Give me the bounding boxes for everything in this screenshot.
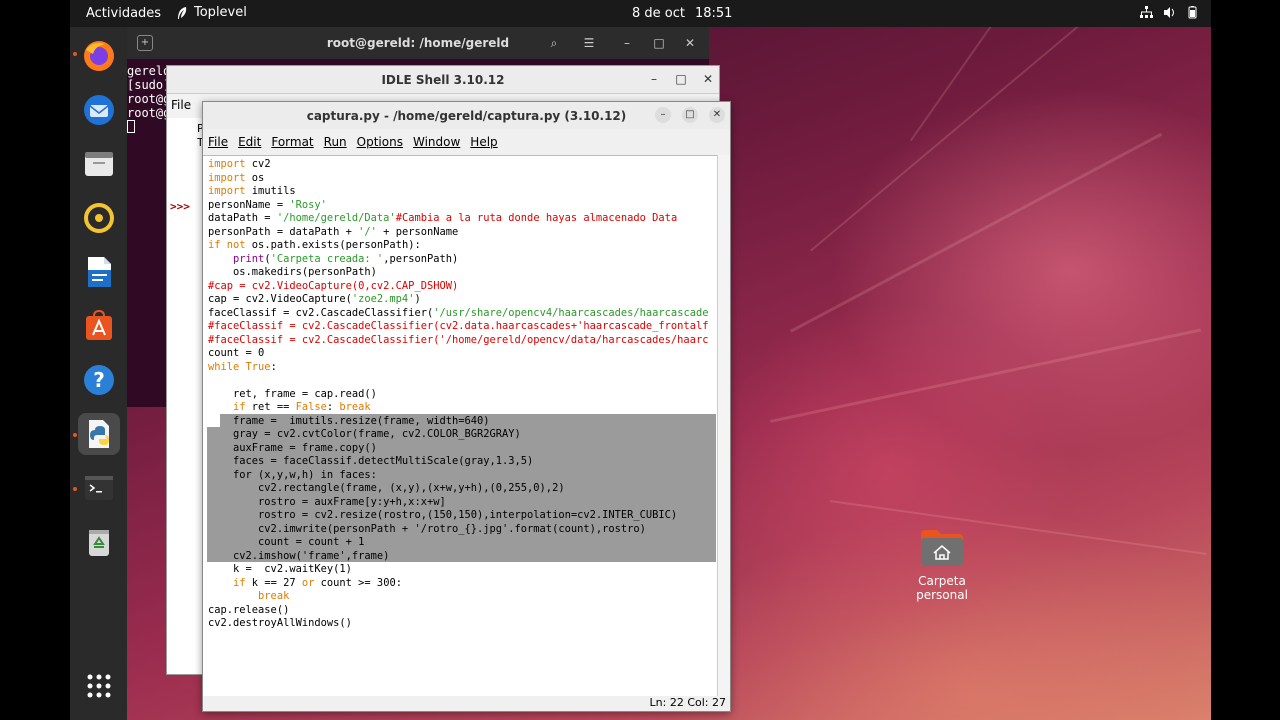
idle-python-icon[interactable] [78, 413, 120, 455]
clock-date: 8 de oct [632, 6, 685, 21]
minimize-button[interactable]: – [646, 71, 662, 87]
home-folder-icon [919, 528, 965, 568]
menu-help[interactable]: Help [470, 135, 497, 155]
firefox-icon[interactable] [78, 35, 120, 77]
rhythmbox-icon[interactable] [78, 197, 120, 239]
editor-window[interactable]: captura.py - /home/gereld/captura.py (3.… [202, 101, 731, 712]
svg-text:?: ? [93, 368, 105, 392]
app-grid-icon[interactable] [78, 665, 120, 707]
help-icon[interactable]: ? [78, 359, 120, 401]
home-folder-shortcut[interactable]: Carpeta personal [895, 528, 989, 602]
minimize-button[interactable]: – [655, 107, 671, 123]
close-button[interactable]: ✕ [709, 107, 725, 123]
thunderbird-icon[interactable] [78, 89, 120, 131]
feather-icon [178, 6, 187, 19]
clock-time: 18:51 [694, 6, 733, 21]
dock: ? [70, 27, 127, 720]
volume-icon [1164, 7, 1174, 18]
idle-shell-prompt-pane[interactable]: >>> [167, 118, 203, 674]
close-button[interactable]: ✕ [682, 35, 698, 51]
maximize-button[interactable]: □ [651, 35, 667, 51]
home-folder-label: Carpeta personal [916, 574, 968, 602]
shell-prompt: >>> [170, 200, 190, 213]
app-menu[interactable]: Toplevel [176, 5, 247, 20]
menu-edit[interactable]: Edit [238, 135, 261, 155]
top-bar: Actividades Toplevel 8 de oct 18:51 [70, 0, 1211, 27]
clock[interactable]: 8 de oct 18:51 [632, 6, 732, 21]
idle-shell-header[interactable]: IDLE Shell 3.10.12 – □ ✕ [167, 66, 719, 94]
editor-header[interactable]: captura.py - /home/gereld/captura.py (3.… [203, 102, 730, 129]
menu-window[interactable]: Window [413, 135, 460, 155]
maximize-button[interactable]: □ [673, 71, 689, 87]
menu-options[interactable]: Options [357, 135, 403, 155]
battery-icon [1188, 6, 1197, 19]
menu-icon[interactable]: ☰ [581, 35, 597, 51]
maximize-button[interactable]: □ [682, 107, 698, 123]
menu-format[interactable]: Format [271, 135, 313, 155]
network-icon [1140, 6, 1153, 18]
files-icon[interactable] [78, 143, 120, 185]
app-name: Toplevel [194, 5, 247, 20]
writer-icon[interactable] [78, 251, 120, 293]
software-icon[interactable] [78, 305, 120, 347]
close-button[interactable]: ✕ [700, 71, 716, 87]
search-icon[interactable]: ⌕ [546, 35, 562, 51]
editor-title: captura.py - /home/gereld/captura.py (3.… [306, 109, 627, 123]
terminal-header[interactable]: + root@gereld: /home/gereld ⌕ ☰ – □ ✕ [127, 27, 709, 59]
system-tray[interactable] [1140, 6, 1199, 19]
menu-file[interactable]: File [208, 135, 228, 155]
code-text: import cv2 import os import imutils pers… [208, 158, 709, 629]
editor-menubar: File Edit Format Run Options Window Help [203, 129, 730, 155]
trash-icon[interactable] [78, 521, 120, 563]
menu-run[interactable]: Run [324, 135, 347, 155]
code-editor[interactable]: import cv2 import os import imutils pers… [203, 155, 719, 696]
minimize-button[interactable]: – [619, 35, 635, 51]
terminal-cursor [127, 120, 135, 133]
vertical-scrollbar[interactable] [717, 155, 730, 696]
idle-menu-file[interactable]: File [171, 98, 191, 112]
cursor-position: Ln: 22 Col: 27 [649, 696, 726, 709]
terminal-icon[interactable] [78, 467, 120, 509]
idle-shell-title: IDLE Shell 3.10.12 [381, 73, 505, 87]
activities-button[interactable]: Actividades [86, 6, 161, 21]
